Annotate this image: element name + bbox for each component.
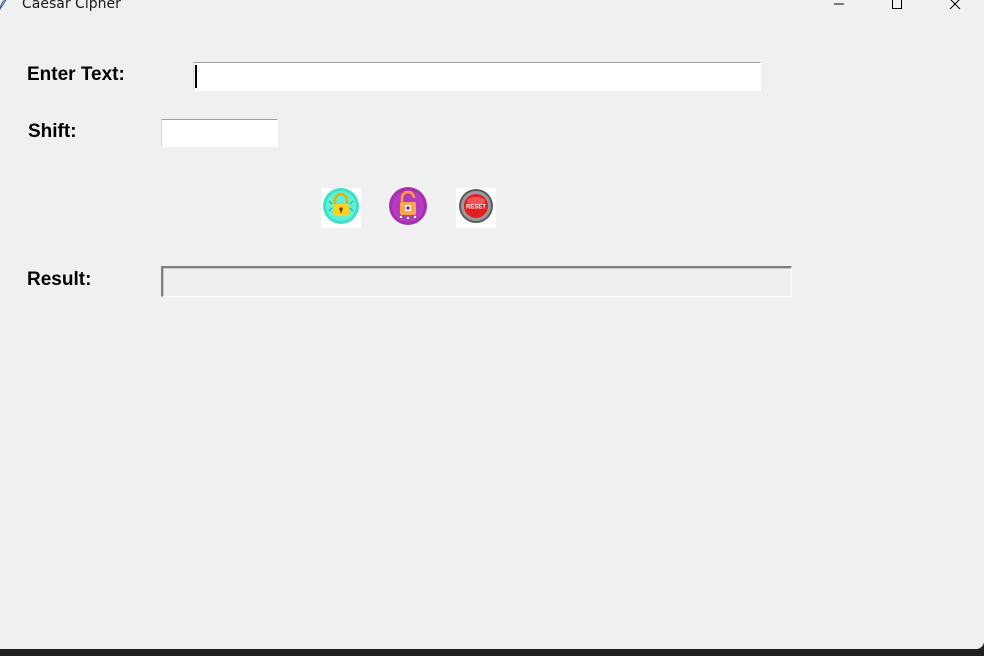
text-cursor: [195, 65, 197, 88]
enter-text-label: Enter Text:: [27, 64, 125, 85]
encrypt-button[interactable]: [321, 187, 361, 230]
app-window: Caesar Cipher Enter Text: Shift: RESET R…: [0, 0, 984, 649]
maximize-button[interactable]: [874, 0, 920, 18]
taskbar-edge: [0, 649, 984, 656]
decrypt-button[interactable]: [388, 186, 428, 231]
text-input[interactable]: [193, 62, 761, 91]
result-label: Result:: [27, 269, 92, 290]
close-button[interactable]: [932, 0, 978, 18]
reset-icon: RESET: [458, 188, 494, 229]
window-title: Caesar Cipher: [22, 0, 121, 12]
unlock-icon: [388, 186, 428, 231]
main-content: Enter Text: Shift: RESET Result:: [0, 24, 984, 649]
shift-label: Shift:: [28, 121, 77, 142]
shift-input[interactable]: [161, 119, 278, 147]
maximize-icon: [891, 0, 903, 15]
result-field: [161, 266, 792, 297]
minimize-button[interactable]: [816, 0, 862, 18]
minimize-icon: [833, 0, 845, 15]
feather-icon: [0, 0, 9, 13]
close-icon: [949, 0, 961, 15]
title-bar[interactable]: Caesar Cipher: [0, 0, 984, 24]
reset-button[interactable]: RESET: [456, 188, 496, 228]
reset-text: RESET: [466, 204, 486, 210]
lock-icon: [322, 187, 360, 230]
